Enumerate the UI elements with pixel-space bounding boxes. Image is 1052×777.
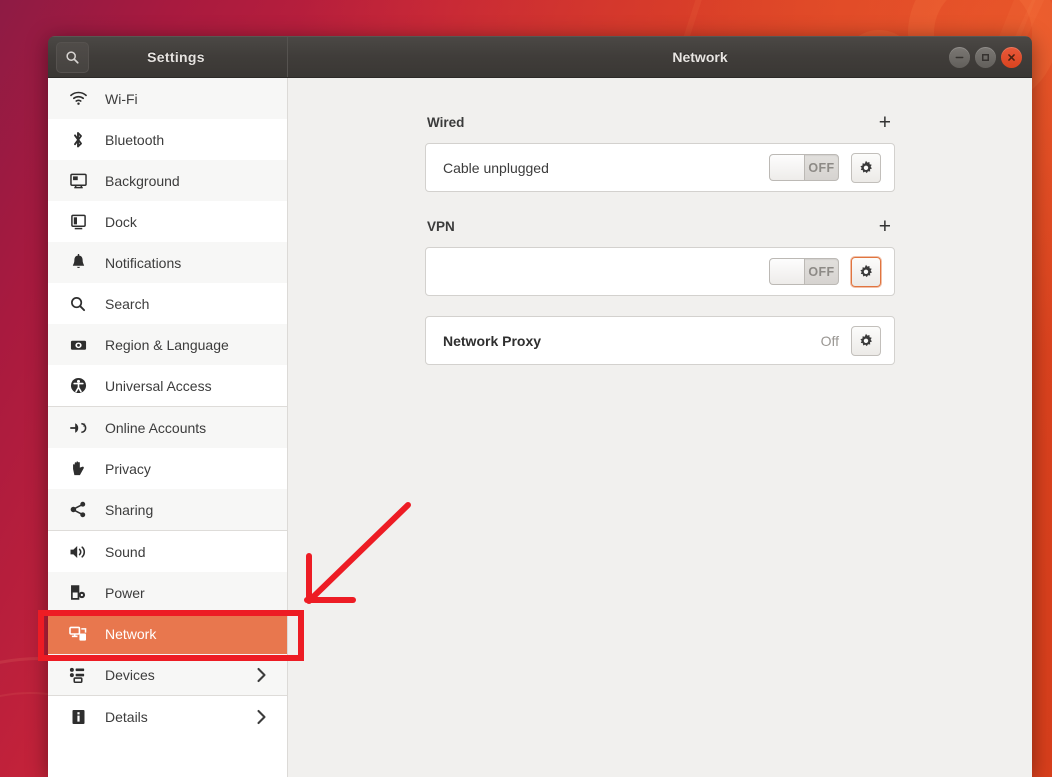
add-vpn-button[interactable]: + bbox=[877, 216, 893, 237]
window-titlebar: Settings Network bbox=[48, 36, 1032, 78]
sidebar-item-label: Bluetooth bbox=[105, 132, 287, 148]
wired-toggle[interactable]: OFF bbox=[769, 154, 839, 181]
vpn-title: VPN bbox=[427, 219, 455, 234]
network-proxy-row: Network Proxy Off bbox=[425, 316, 895, 365]
titlebar-left-section: Settings bbox=[48, 37, 288, 77]
sidebar-item-label: Wi-Fi bbox=[105, 91, 287, 107]
sidebar-item-region-language[interactable]: Region & Language bbox=[48, 324, 287, 365]
vpn-connection-row: OFF bbox=[425, 247, 895, 296]
sidebar-item-label: Region & Language bbox=[105, 337, 287, 353]
sidebar-item-label: Search bbox=[105, 296, 287, 312]
universal-access-icon bbox=[67, 377, 89, 394]
sidebar-item-label: Power bbox=[105, 585, 287, 601]
privacy-hand-icon bbox=[67, 460, 89, 477]
sidebar-item-notifications[interactable]: Notifications bbox=[48, 242, 287, 283]
sound-icon bbox=[67, 544, 89, 560]
window-controls bbox=[949, 37, 1022, 77]
details-info-icon bbox=[67, 709, 89, 725]
sidebar-item-label: Online Accounts bbox=[105, 420, 287, 436]
online-accounts-icon: s bbox=[67, 420, 89, 436]
svg-text:s: s bbox=[82, 422, 85, 428]
sidebar-item-label: Network bbox=[105, 626, 287, 642]
chevron-right-icon bbox=[256, 667, 267, 683]
toggle-label: OFF bbox=[805, 161, 838, 175]
sidebar-item-sharing[interactable]: Sharing bbox=[48, 489, 287, 530]
sidebar-item-devices[interactable]: Devices bbox=[48, 654, 287, 695]
page-title: Network bbox=[288, 49, 1032, 65]
wired-status-text: Cable unplugged bbox=[439, 160, 769, 176]
sidebar-item-label: Privacy bbox=[105, 461, 287, 477]
close-icon bbox=[1006, 52, 1017, 63]
sidebar-item-universal-access[interactable]: Universal Access bbox=[48, 365, 287, 406]
sidebar-item-bluetooth[interactable]: Bluetooth bbox=[48, 119, 287, 160]
chevron-right-icon bbox=[256, 709, 267, 725]
close-button[interactable] bbox=[1001, 47, 1022, 68]
sidebar-item-privacy[interactable]: Privacy bbox=[48, 448, 287, 489]
sidebar-item-details[interactable]: Details bbox=[48, 696, 287, 737]
search-icon bbox=[65, 50, 80, 65]
sidebar-item-label: Sound bbox=[105, 544, 287, 560]
wired-settings-button[interactable] bbox=[851, 153, 881, 183]
settings-sidebar: Wi-Fi Bluetooth bbox=[48, 78, 288, 777]
minimize-icon bbox=[954, 52, 965, 63]
sidebar-item-dock[interactable]: Dock bbox=[48, 201, 287, 242]
add-wired-button[interactable]: + bbox=[877, 112, 893, 133]
sidebar-item-wifi[interactable]: Wi-Fi bbox=[48, 78, 287, 119]
power-icon bbox=[67, 584, 89, 601]
settings-window: Settings Network bbox=[48, 36, 1032, 777]
minimize-button[interactable] bbox=[949, 47, 970, 68]
settings-panel: Wired + Cable unplugged OFF bbox=[425, 112, 895, 365]
vpn-settings-button[interactable] bbox=[851, 257, 881, 287]
toggle-knob bbox=[770, 155, 805, 180]
maximize-button[interactable] bbox=[975, 47, 996, 68]
bluetooth-icon bbox=[67, 131, 89, 149]
sidebar-item-sound[interactable]: Sound bbox=[48, 531, 287, 572]
sidebar-item-label: Details bbox=[105, 709, 256, 725]
toggle-label: OFF bbox=[805, 265, 838, 279]
network-proxy-settings-button[interactable] bbox=[851, 326, 881, 356]
bell-icon bbox=[67, 254, 89, 271]
network-settings-content: Wired + Cable unplugged OFF bbox=[288, 78, 1032, 777]
gear-icon bbox=[858, 264, 874, 280]
vpn-section-header: VPN + bbox=[425, 216, 895, 237]
dock-icon bbox=[67, 214, 89, 230]
app-title: Settings bbox=[89, 49, 287, 65]
devices-icon bbox=[67, 667, 89, 683]
wifi-icon bbox=[67, 91, 89, 106]
network-icon bbox=[67, 626, 89, 642]
sharing-icon bbox=[67, 501, 89, 518]
sidebar-item-label: Background bbox=[105, 173, 287, 189]
wired-title: Wired bbox=[427, 115, 464, 130]
search-icon bbox=[67, 296, 89, 312]
wired-connection-row: Cable unplugged OFF bbox=[425, 143, 895, 192]
sidebar-item-label: Universal Access bbox=[105, 378, 287, 394]
sidebar-item-network[interactable]: Network bbox=[48, 613, 287, 654]
window-body: Wi-Fi Bluetooth bbox=[48, 78, 1032, 777]
sidebar-item-power[interactable]: Power bbox=[48, 572, 287, 613]
sidebar-item-label: Devices bbox=[105, 667, 256, 683]
network-proxy-label: Network Proxy bbox=[439, 333, 821, 349]
toggle-knob bbox=[770, 259, 805, 284]
region-language-icon bbox=[67, 338, 89, 352]
maximize-icon bbox=[980, 52, 991, 63]
background-icon bbox=[67, 173, 89, 189]
wired-section-header: Wired + bbox=[425, 112, 895, 133]
sidebar-item-online-accounts[interactable]: s Online Accounts bbox=[48, 407, 287, 448]
vpn-toggle[interactable]: OFF bbox=[769, 258, 839, 285]
search-button[interactable] bbox=[56, 42, 89, 73]
gear-icon bbox=[858, 160, 874, 176]
sidebar-item-background[interactable]: Background bbox=[48, 160, 287, 201]
sidebar-item-label: Notifications bbox=[105, 255, 287, 271]
sidebar-item-label: Dock bbox=[105, 214, 287, 230]
network-proxy-status: Off bbox=[821, 333, 839, 349]
sidebar-item-label: Sharing bbox=[105, 502, 287, 518]
sidebar-item-search[interactable]: Search bbox=[48, 283, 287, 324]
gear-icon bbox=[858, 333, 874, 349]
